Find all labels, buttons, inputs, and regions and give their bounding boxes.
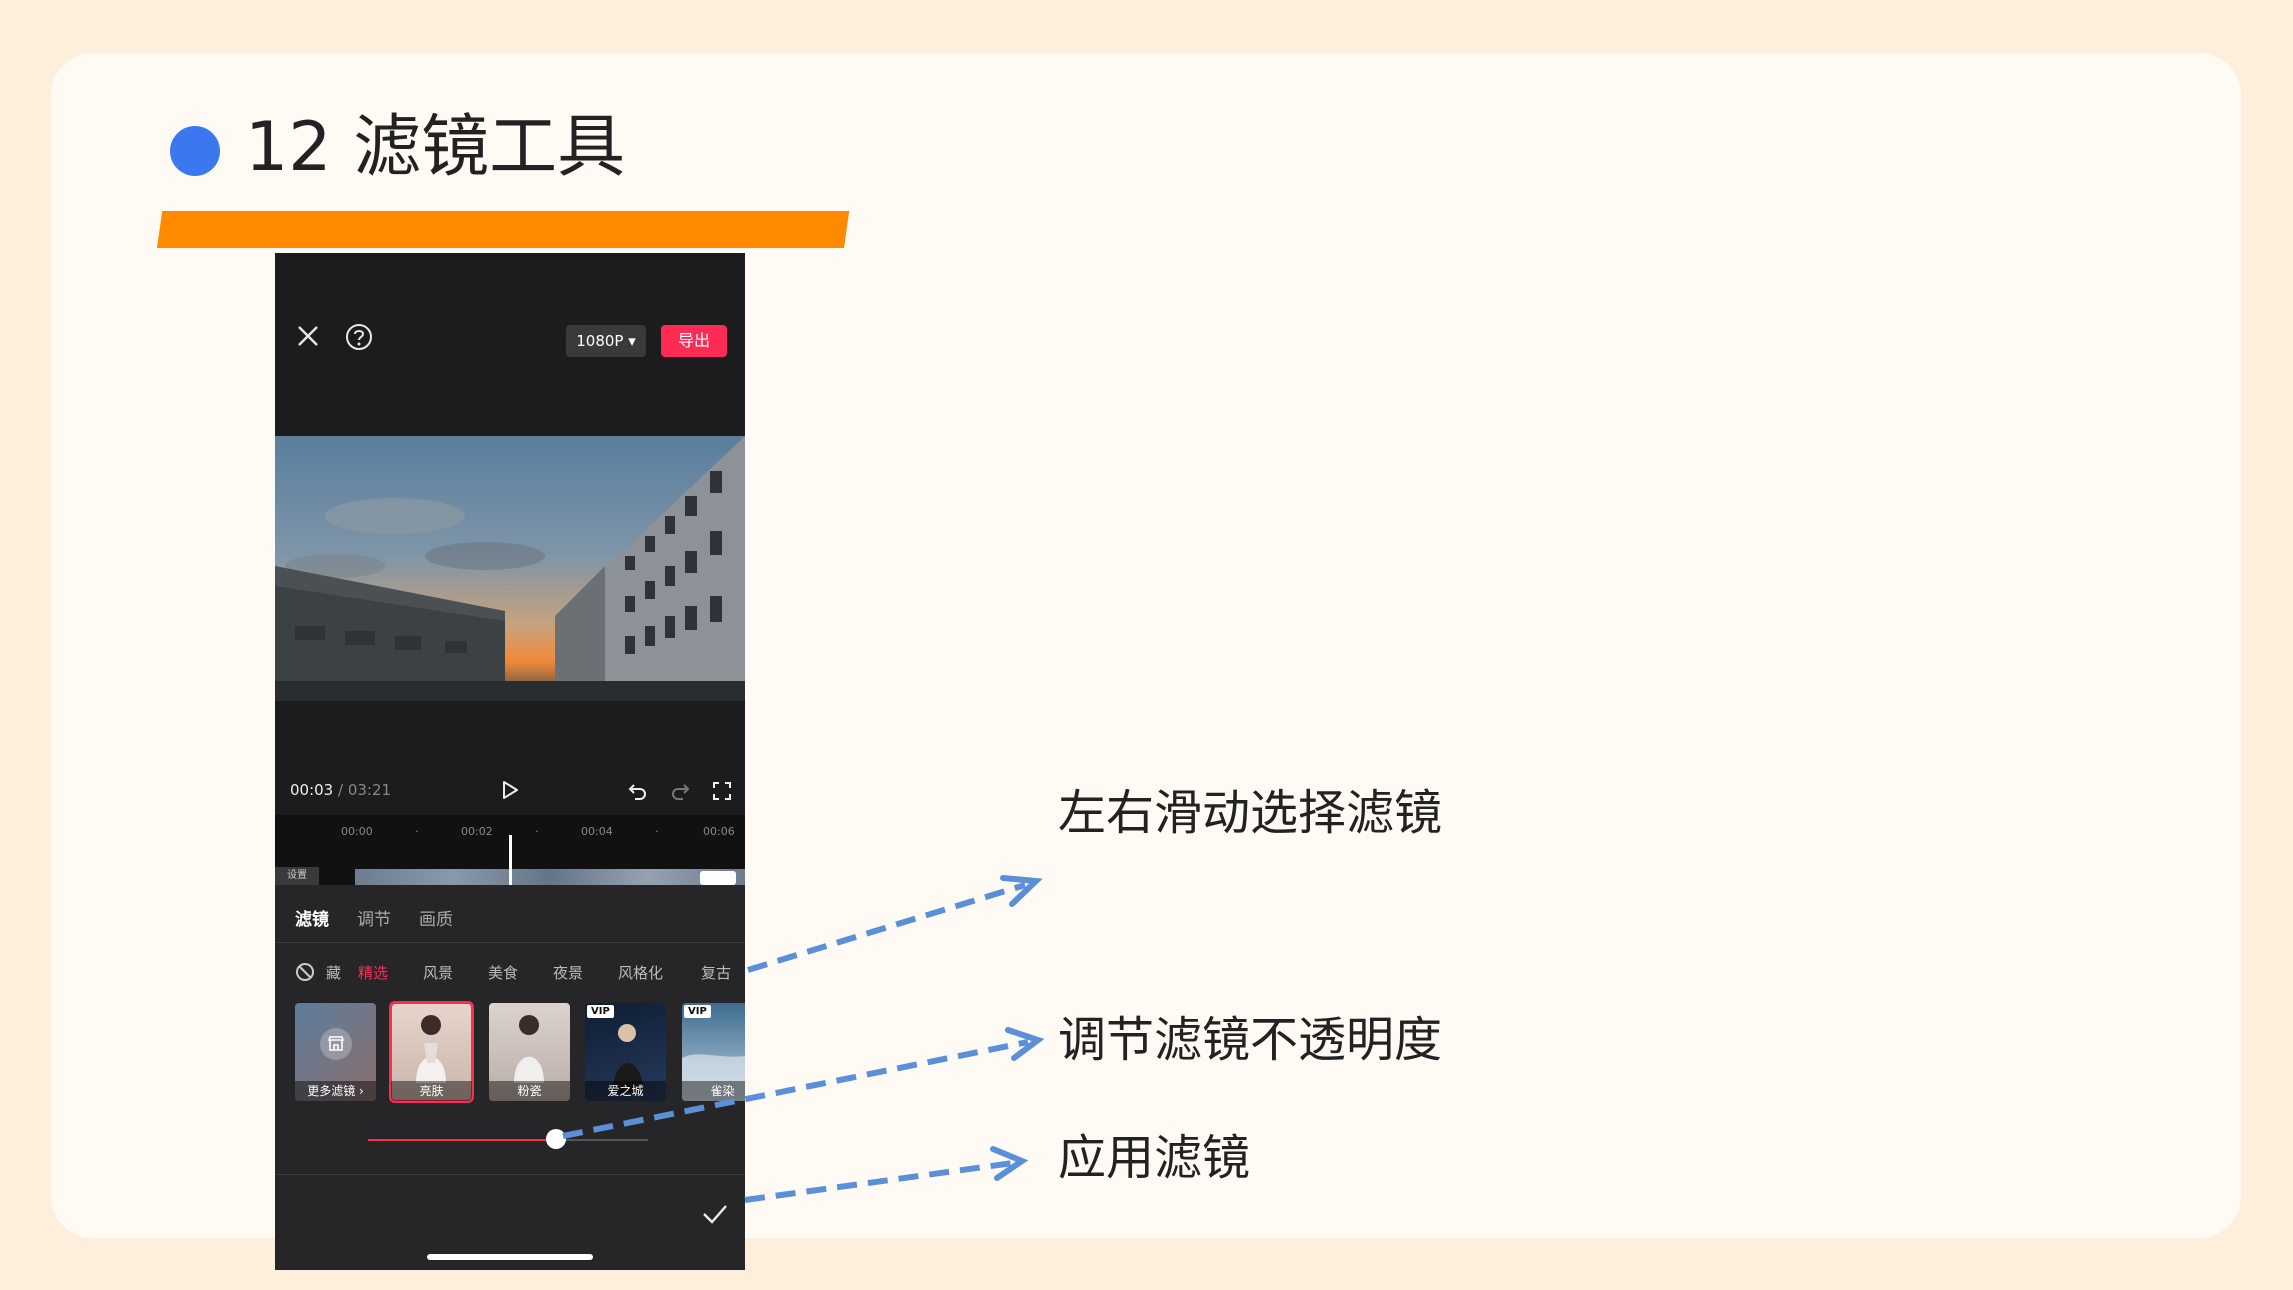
callout-arrows <box>562 875 1045 1203</box>
callout-opacity-text: 调节滤镜不透明度 <box>1058 1012 1443 1068</box>
callout-swipe-text: 左右滑动选择滤镜 <box>1058 785 1443 841</box>
arrow-swipe <box>747 882 1026 973</box>
callout-apply-text: 应用滤镜 <box>1058 1130 1251 1186</box>
arrow-opacity <box>562 1039 1029 1139</box>
arrowhead-icon <box>1000 875 1043 907</box>
arrow-apply <box>744 1160 1014 1203</box>
